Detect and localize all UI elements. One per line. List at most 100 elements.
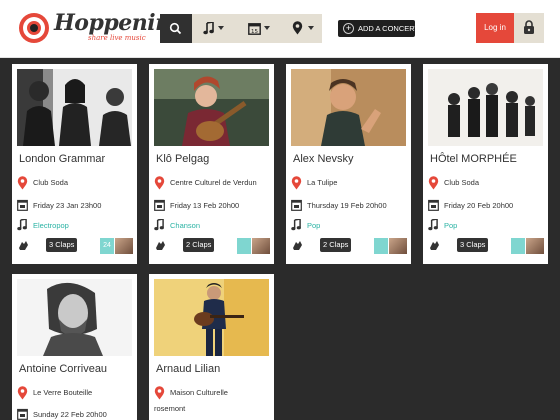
chevron-down-icon [218,26,224,30]
concert-card[interactable]: Arnaud Lilian Maison Culturelle rosemont [149,274,274,420]
clap-hands-icon [156,241,165,250]
location-pin-icon [292,21,303,35]
chevron-down-icon [264,26,270,30]
plus-icon: + [343,23,354,34]
venue-name[interactable]: Le Verre Bouteille [33,388,92,397]
search-filter-bar: 15 [160,14,322,43]
venue-name[interactable]: Club Soda [33,178,68,187]
chevron-down-icon [308,26,314,30]
add-concert-button[interactable]: + ADD A CONCERT [338,20,419,37]
genre-tag[interactable]: Chanson [170,221,200,230]
calendar-icon [428,199,439,211]
genre-row: Electropop [17,219,135,233]
artist-photo[interactable] [17,279,132,356]
genre-tag[interactable]: Electropop [33,221,69,230]
calendar-day-number: 15 [251,29,258,35]
login-button[interactable]: Log in [476,13,514,43]
claps-button[interactable]: 3 Claps [46,238,78,252]
date-row: Friday 23 Jan 23h00 [17,199,135,213]
concert-date: Thursday 19 Feb 20h00 [307,201,387,210]
lock-button[interactable] [514,13,544,43]
location-pin-icon [17,386,28,400]
genre-row: Pop [291,219,409,233]
venue-row: Club Soda [428,176,546,190]
brand-tagline: share live music [88,34,146,42]
calendar-icon [291,199,302,211]
concert-card[interactable]: Antoine Corriveau Le Verre Bouteille Sun… [12,274,137,420]
calendar-icon [154,199,165,211]
top-bar: Hoppening share live music 15 + ADD A CO… [0,0,560,58]
date-filter-dropdown[interactable]: 15 [242,14,282,43]
calendar-icon [17,199,28,211]
calendar-icon: 15 [248,23,261,35]
attendee-avatar[interactable] [526,238,544,254]
venue-row: Centre Culturel de Verdun [154,176,272,190]
venue-name-line2[interactable]: rosemont [154,404,185,413]
clap-hands-icon [293,241,302,250]
genre-row: Pop [428,219,546,233]
attendee-count-badge[interactable] [237,238,251,254]
location-pin-icon [428,176,439,190]
location-filter-dropdown[interactable] [286,14,326,43]
location-pin-icon [154,386,165,400]
concert-date: Friday 13 Feb 20h00 [170,201,240,210]
music-note-icon [203,22,214,35]
date-row: Thursday 19 Feb 20h00 [291,199,409,213]
venue-row-continued: rosemont [154,402,272,416]
concert-card[interactable]: London Grammar Club Soda Friday 23 Jan 2… [12,64,137,264]
venue-row: Le Verre Bouteille [17,386,135,400]
attendee-count-badge[interactable]: 24 [100,238,114,254]
attendee-avatar[interactable] [115,238,133,254]
artist-photo[interactable] [428,69,543,146]
artist-name[interactable]: Arnaud Lilian [156,363,220,375]
lock-icon [524,20,534,34]
location-pin-icon [291,176,302,190]
date-row: Sunday 22 Feb 20h00 [17,408,135,420]
venue-name[interactable]: Club Soda [444,178,479,187]
genre-tag[interactable]: Pop [307,221,320,230]
artist-name[interactable]: HÔtel MORPHÉE [430,153,517,165]
search-button[interactable] [160,14,192,43]
concert-date: Sunday 22 Feb 20h00 [33,410,107,419]
music-note-icon [291,219,301,231]
venue-row: Club Soda [17,176,135,190]
calendar-icon [17,408,28,420]
venue-row: Maison Culturelle [154,386,272,400]
artist-photo[interactable] [154,279,269,356]
claps-button[interactable]: 2 Claps [320,238,352,252]
date-row: Friday 20 Feb 20h00 [428,199,546,213]
attendee-avatar[interactable] [252,238,270,254]
attendee-count-badge[interactable] [511,238,525,254]
claps-button[interactable]: 2 Claps [183,238,215,252]
concert-card[interactable]: Klô Pelgag Centre Culturel de Verdun Fri… [149,64,274,264]
clap-hands-icon [19,241,28,250]
concert-card[interactable]: HÔtel MORPHÉE Club Soda Friday 20 Feb 20… [423,64,548,264]
attendee-avatar[interactable] [389,238,407,254]
genre-tag[interactable]: Pop [444,221,457,230]
concert-date: Friday 23 Jan 23h00 [33,201,102,210]
music-note-icon [428,219,438,231]
music-note-icon [17,219,27,231]
genre-row: Chanson [154,219,272,233]
date-row: Friday 13 Feb 20h00 [154,199,272,213]
artist-name[interactable]: Klô Pelgag [156,153,209,165]
clap-hands-icon [430,241,439,250]
location-pin-icon [17,176,28,190]
search-icon [169,22,182,35]
venue-row: La Tulipe [291,176,409,190]
add-concert-label: ADD A CONCERT [358,24,420,33]
artist-name[interactable]: Alex Nevsky [293,153,354,165]
artist-name[interactable]: London Grammar [19,153,105,165]
artist-name[interactable]: Antoine Corriveau [19,363,107,375]
record-logo-icon[interactable] [19,13,49,43]
genre-filter-dropdown[interactable] [196,14,236,43]
venue-name[interactable]: La Tulipe [307,178,337,187]
venue-name[interactable]: Centre Culturel de Verdun [170,178,257,187]
artist-photo[interactable] [17,69,132,146]
claps-button[interactable]: 3 Claps [457,238,489,252]
attendee-count-badge[interactable] [374,238,388,254]
artist-photo[interactable] [291,69,406,146]
artist-photo[interactable] [154,69,269,146]
venue-name[interactable]: Maison Culturelle [170,388,228,397]
concert-card[interactable]: Alex Nevsky La Tulipe Thursday 19 Feb 20… [286,64,411,264]
